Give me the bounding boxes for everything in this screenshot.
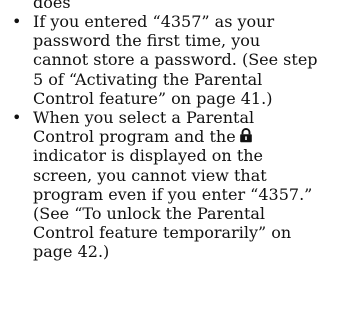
note-text-line: cannot store a password. (See step — [33, 50, 318, 70]
notes-list: • If you entered “4357” as your password… — [0, 12, 352, 262]
note-text-line: indicator is displayed on the — [33, 146, 264, 166]
note-text-line-with-icon: Control program and the — [33, 127, 343, 146]
lock-icon — [239, 128, 252, 143]
note-text-line: When you select a Parental — [33, 108, 255, 128]
note-text-line: page 42.) — [33, 242, 110, 262]
note-text-line: If you entered “4357” as your — [33, 12, 275, 31]
note-text-line: password the first time, you — [33, 31, 261, 51]
bullet: • — [12, 108, 22, 128]
note-text-line: 5 of “Activating the Parental — [33, 69, 263, 89]
note-text-line: program even if you enter “4357.” — [33, 184, 313, 204]
note-text-line: screen, you cannot view that — [33, 165, 267, 185]
note-text-line: (See “To unlock the Parental — [33, 204, 266, 224]
note-text-line: Control feature temporarily” on — [33, 223, 292, 243]
note-text-line: Control feature” on page 41.) — [33, 88, 273, 108]
bullet: • — [12, 12, 22, 31]
note-text-fragment: Control program and the — [33, 127, 236, 147]
list-item: • When you select a Parental Control pro… — [0, 108, 343, 262]
list-item: • If you entered “4357” as your password… — [0, 12, 343, 108]
cut-off-text-line: does — [33, 0, 71, 12]
